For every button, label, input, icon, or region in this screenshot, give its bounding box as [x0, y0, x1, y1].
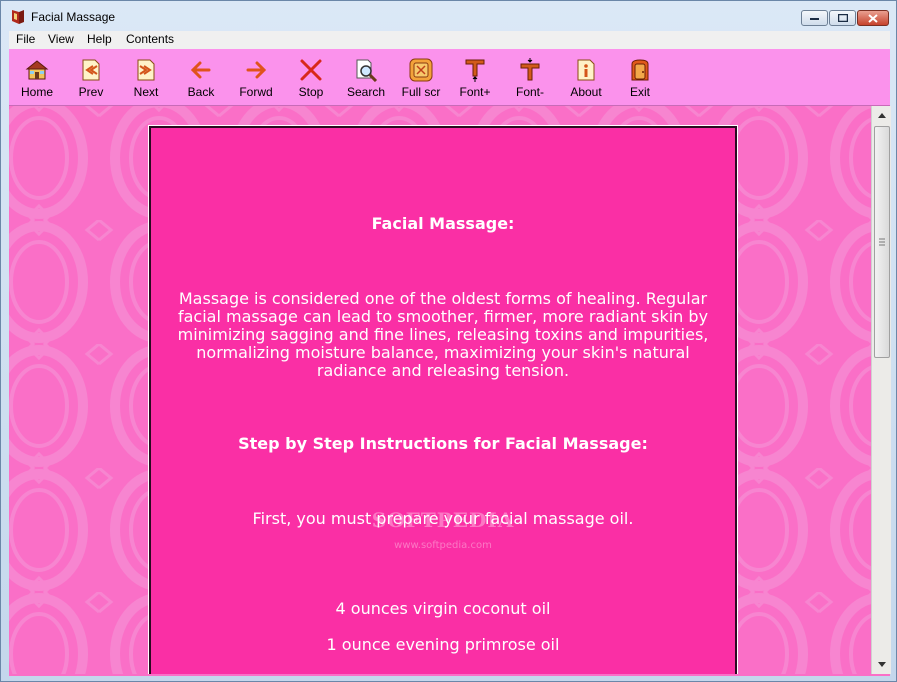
menu-bar: File View Help Contents	[9, 31, 890, 50]
exit-icon	[631, 59, 649, 81]
prev-icon	[82, 59, 100, 81]
stop-label: Stop	[298, 85, 324, 99]
forward-label: Forwd	[239, 85, 273, 99]
next-icon	[137, 59, 155, 81]
article-page: Facial Massage: Massage is considered on…	[149, 126, 737, 674]
menu-help[interactable]: Help	[87, 32, 112, 46]
ingredient-item: 1 ounce evening primrose oil	[326, 635, 560, 654]
minimize-icon	[810, 18, 819, 20]
search-button[interactable]: Search	[339, 51, 393, 103]
preparation-paragraph: First, you must prepare your facial mass…	[252, 509, 634, 528]
stop-icon	[300, 59, 322, 81]
next-label: Next	[133, 85, 159, 99]
title-bar: Facial Massage	[1, 1, 896, 31]
forward-arrow-icon	[246, 61, 267, 79]
menu-view[interactable]: View	[48, 32, 74, 46]
font-decrease-icon	[520, 58, 540, 81]
search-icon	[356, 59, 378, 82]
next-button[interactable]: Next	[119, 51, 173, 103]
app-icon	[12, 10, 24, 24]
instructions-heading: Step by Step Instructions for Facial Mas…	[238, 434, 648, 453]
about-button[interactable]: About	[559, 51, 613, 103]
article-heading: Facial Massage:	[371, 214, 515, 233]
font-increase-icon	[465, 59, 485, 82]
home-icon	[25, 60, 49, 80]
font-decrease-label: Font-	[515, 85, 544, 99]
scroll-up-button[interactable]	[872, 107, 891, 124]
fullscreen-label: Full scr	[401, 85, 441, 99]
grip-icon	[879, 238, 885, 246]
scrollbar-thumb[interactable]	[874, 126, 890, 358]
font-decrease-button[interactable]: Font-	[503, 51, 557, 103]
font-increase-button[interactable]: Font+	[448, 51, 502, 103]
about-label: About	[570, 85, 602, 99]
menu-contents[interactable]: Contents	[126, 32, 174, 46]
stop-button[interactable]: Stop	[284, 51, 338, 103]
menu-file[interactable]: File	[16, 32, 35, 46]
vertical-scrollbar[interactable]	[871, 106, 891, 674]
scroll-down-button[interactable]	[872, 656, 891, 673]
content-area: Facial Massage: Massage is considered on…	[9, 106, 871, 674]
home-label: Home	[20, 85, 53, 99]
bottom-edge	[9, 674, 890, 676]
home-button[interactable]: Home	[10, 51, 64, 103]
prev-button[interactable]: Prev	[64, 51, 118, 103]
fullscreen-icon	[409, 58, 433, 82]
exit-button[interactable]: Exit	[613, 51, 667, 103]
font-increase-label: Font+	[459, 85, 491, 99]
maximize-button[interactable]	[829, 10, 856, 26]
back-arrow-icon	[190, 61, 211, 79]
forward-button[interactable]: Forwd	[229, 51, 283, 103]
search-label: Search	[346, 85, 386, 99]
toolbar: Home Prev Next Back Forwd Stop Search Fu…	[9, 49, 890, 106]
chevron-down-icon	[877, 662, 886, 667]
chevron-up-icon	[877, 113, 886, 118]
app-window: Facial Massage File View Help Contents H…	[0, 0, 897, 682]
watermark-url: www.softpedia.com	[394, 540, 492, 551]
fullscreen-button[interactable]: Full scr	[394, 51, 448, 103]
prev-label: Prev	[78, 85, 104, 99]
maximize-icon	[837, 14, 848, 22]
ingredient-item: 4 ounces virgin coconut oil	[335, 599, 551, 618]
about-icon	[577, 59, 595, 81]
back-label: Back	[187, 85, 215, 99]
window-title: Facial Massage	[31, 10, 116, 24]
back-button[interactable]: Back	[174, 51, 228, 103]
minimize-button[interactable]	[801, 10, 828, 26]
exit-label: Exit	[629, 85, 650, 99]
intro-paragraph: Massage is considered one of the oldest …	[177, 289, 709, 380]
close-button[interactable]	[857, 10, 889, 26]
close-icon	[868, 13, 878, 23]
